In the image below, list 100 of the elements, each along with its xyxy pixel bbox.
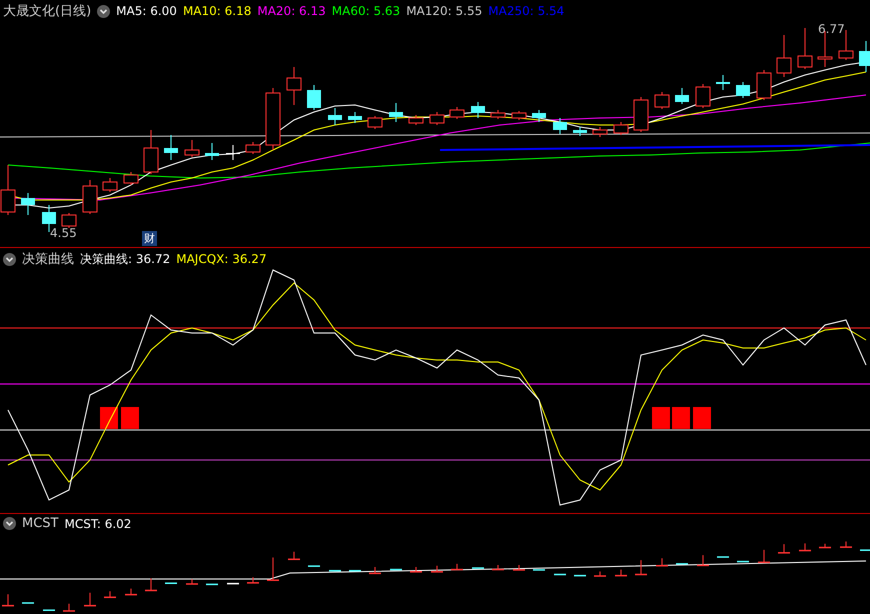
price-tick <box>227 582 239 584</box>
indicator-value: MA20: 6.13 <box>257 4 326 18</box>
price-tick <box>492 564 504 570</box>
price-tick <box>125 588 137 596</box>
candlestick <box>736 82 750 98</box>
candlestick <box>592 126 608 138</box>
candlestick <box>776 34 792 78</box>
price-tick <box>63 603 75 612</box>
candlestick <box>102 178 118 192</box>
candlestick <box>144 130 158 174</box>
price-tick <box>635 560 647 576</box>
panel-title: MCST <box>22 516 58 531</box>
price-tick <box>84 592 96 606</box>
price-tick <box>288 551 300 560</box>
price-tick <box>778 544 790 554</box>
candlestick <box>21 192 35 216</box>
indicator-value: MA60: 5.63 <box>332 4 400 18</box>
signal-bar <box>652 407 670 429</box>
price-tick <box>308 565 320 567</box>
candlestick <box>675 88 689 104</box>
candlestick <box>389 102 403 122</box>
price-tick <box>349 570 361 572</box>
candlestick <box>205 142 219 160</box>
signal-bar <box>100 407 118 429</box>
candlestick <box>246 142 260 154</box>
price-tick <box>22 602 34 604</box>
indicator-value: MA120: 5.55 <box>406 4 482 18</box>
dropdown-icon[interactable] <box>3 517 16 530</box>
candlestick <box>124 172 138 186</box>
candlestick <box>490 110 506 120</box>
candlestick <box>286 66 302 106</box>
price-tick <box>145 578 157 592</box>
candlestick <box>573 126 587 136</box>
dropdown-icon[interactable] <box>3 252 16 266</box>
price-tick <box>594 571 606 577</box>
candlestick <box>471 102 485 118</box>
high-price-label: 6.77 <box>818 22 845 36</box>
candlestick <box>532 110 546 122</box>
indicator-value: MCST: 6.02 <box>64 516 132 530</box>
price-tick <box>267 556 279 581</box>
price-tick <box>717 556 729 558</box>
signal-bar <box>693 407 711 429</box>
candlestick <box>82 180 98 214</box>
price-tick <box>104 590 116 598</box>
panel-title: 决策曲线 <box>22 251 74 268</box>
signal-bar <box>672 407 690 429</box>
indicator-value: 决策曲线: 36.72 <box>80 250 170 268</box>
candlestick <box>226 144 240 160</box>
candlestick <box>614 122 628 136</box>
indicator-value: MA5: 6.00 <box>116 4 177 18</box>
price-tick <box>431 565 443 573</box>
candlestick <box>184 140 200 158</box>
candlestick <box>798 28 812 70</box>
candlestick <box>266 88 280 150</box>
candlestick <box>307 84 321 110</box>
candlestick <box>450 106 464 120</box>
candlestick <box>696 84 710 108</box>
price-tick <box>676 563 688 565</box>
candlestick <box>859 40 870 72</box>
price-tick <box>206 584 218 586</box>
candlestick <box>654 92 670 110</box>
price-tick <box>451 563 463 570</box>
price-tick <box>819 543 831 548</box>
price-tick <box>390 568 402 570</box>
candlestick <box>716 74 730 90</box>
signal-bar <box>121 407 139 429</box>
candlestick <box>553 118 567 134</box>
price-tick <box>840 540 852 548</box>
price-tick <box>2 594 14 606</box>
dropdown-icon[interactable] <box>97 4 110 18</box>
candlestick <box>368 116 382 130</box>
price-tick <box>513 564 525 571</box>
price-tick <box>533 569 545 571</box>
price-tick <box>656 558 668 566</box>
price-tick <box>574 574 586 576</box>
price-tick <box>615 569 627 576</box>
price-tick <box>329 570 341 572</box>
indicator-value: MA10: 6.18 <box>182 4 252 18</box>
price-tick <box>758 549 770 564</box>
candlestick <box>164 134 178 160</box>
price-tick <box>43 609 55 611</box>
indicator-value: MAJCQX: 36.27 <box>176 252 267 266</box>
price-tick <box>554 574 566 576</box>
candlestick <box>408 114 424 126</box>
price-tick <box>369 566 381 574</box>
price-tick <box>410 566 422 573</box>
price-tick <box>860 549 870 551</box>
indicator-value: MA250: 5.54 <box>488 4 564 18</box>
candlestick <box>512 110 526 120</box>
candlestick <box>634 96 648 132</box>
candlestick <box>328 108 342 126</box>
candlestick <box>756 70 772 100</box>
low-price-label: 4.55 <box>50 226 77 240</box>
price-tick <box>165 582 177 584</box>
price-tick <box>186 578 198 585</box>
price-tick <box>737 560 749 562</box>
candlestick <box>348 112 362 124</box>
price-tick <box>247 576 259 584</box>
candlestick <box>62 212 76 228</box>
finance-badge[interactable]: 财 <box>142 231 157 246</box>
